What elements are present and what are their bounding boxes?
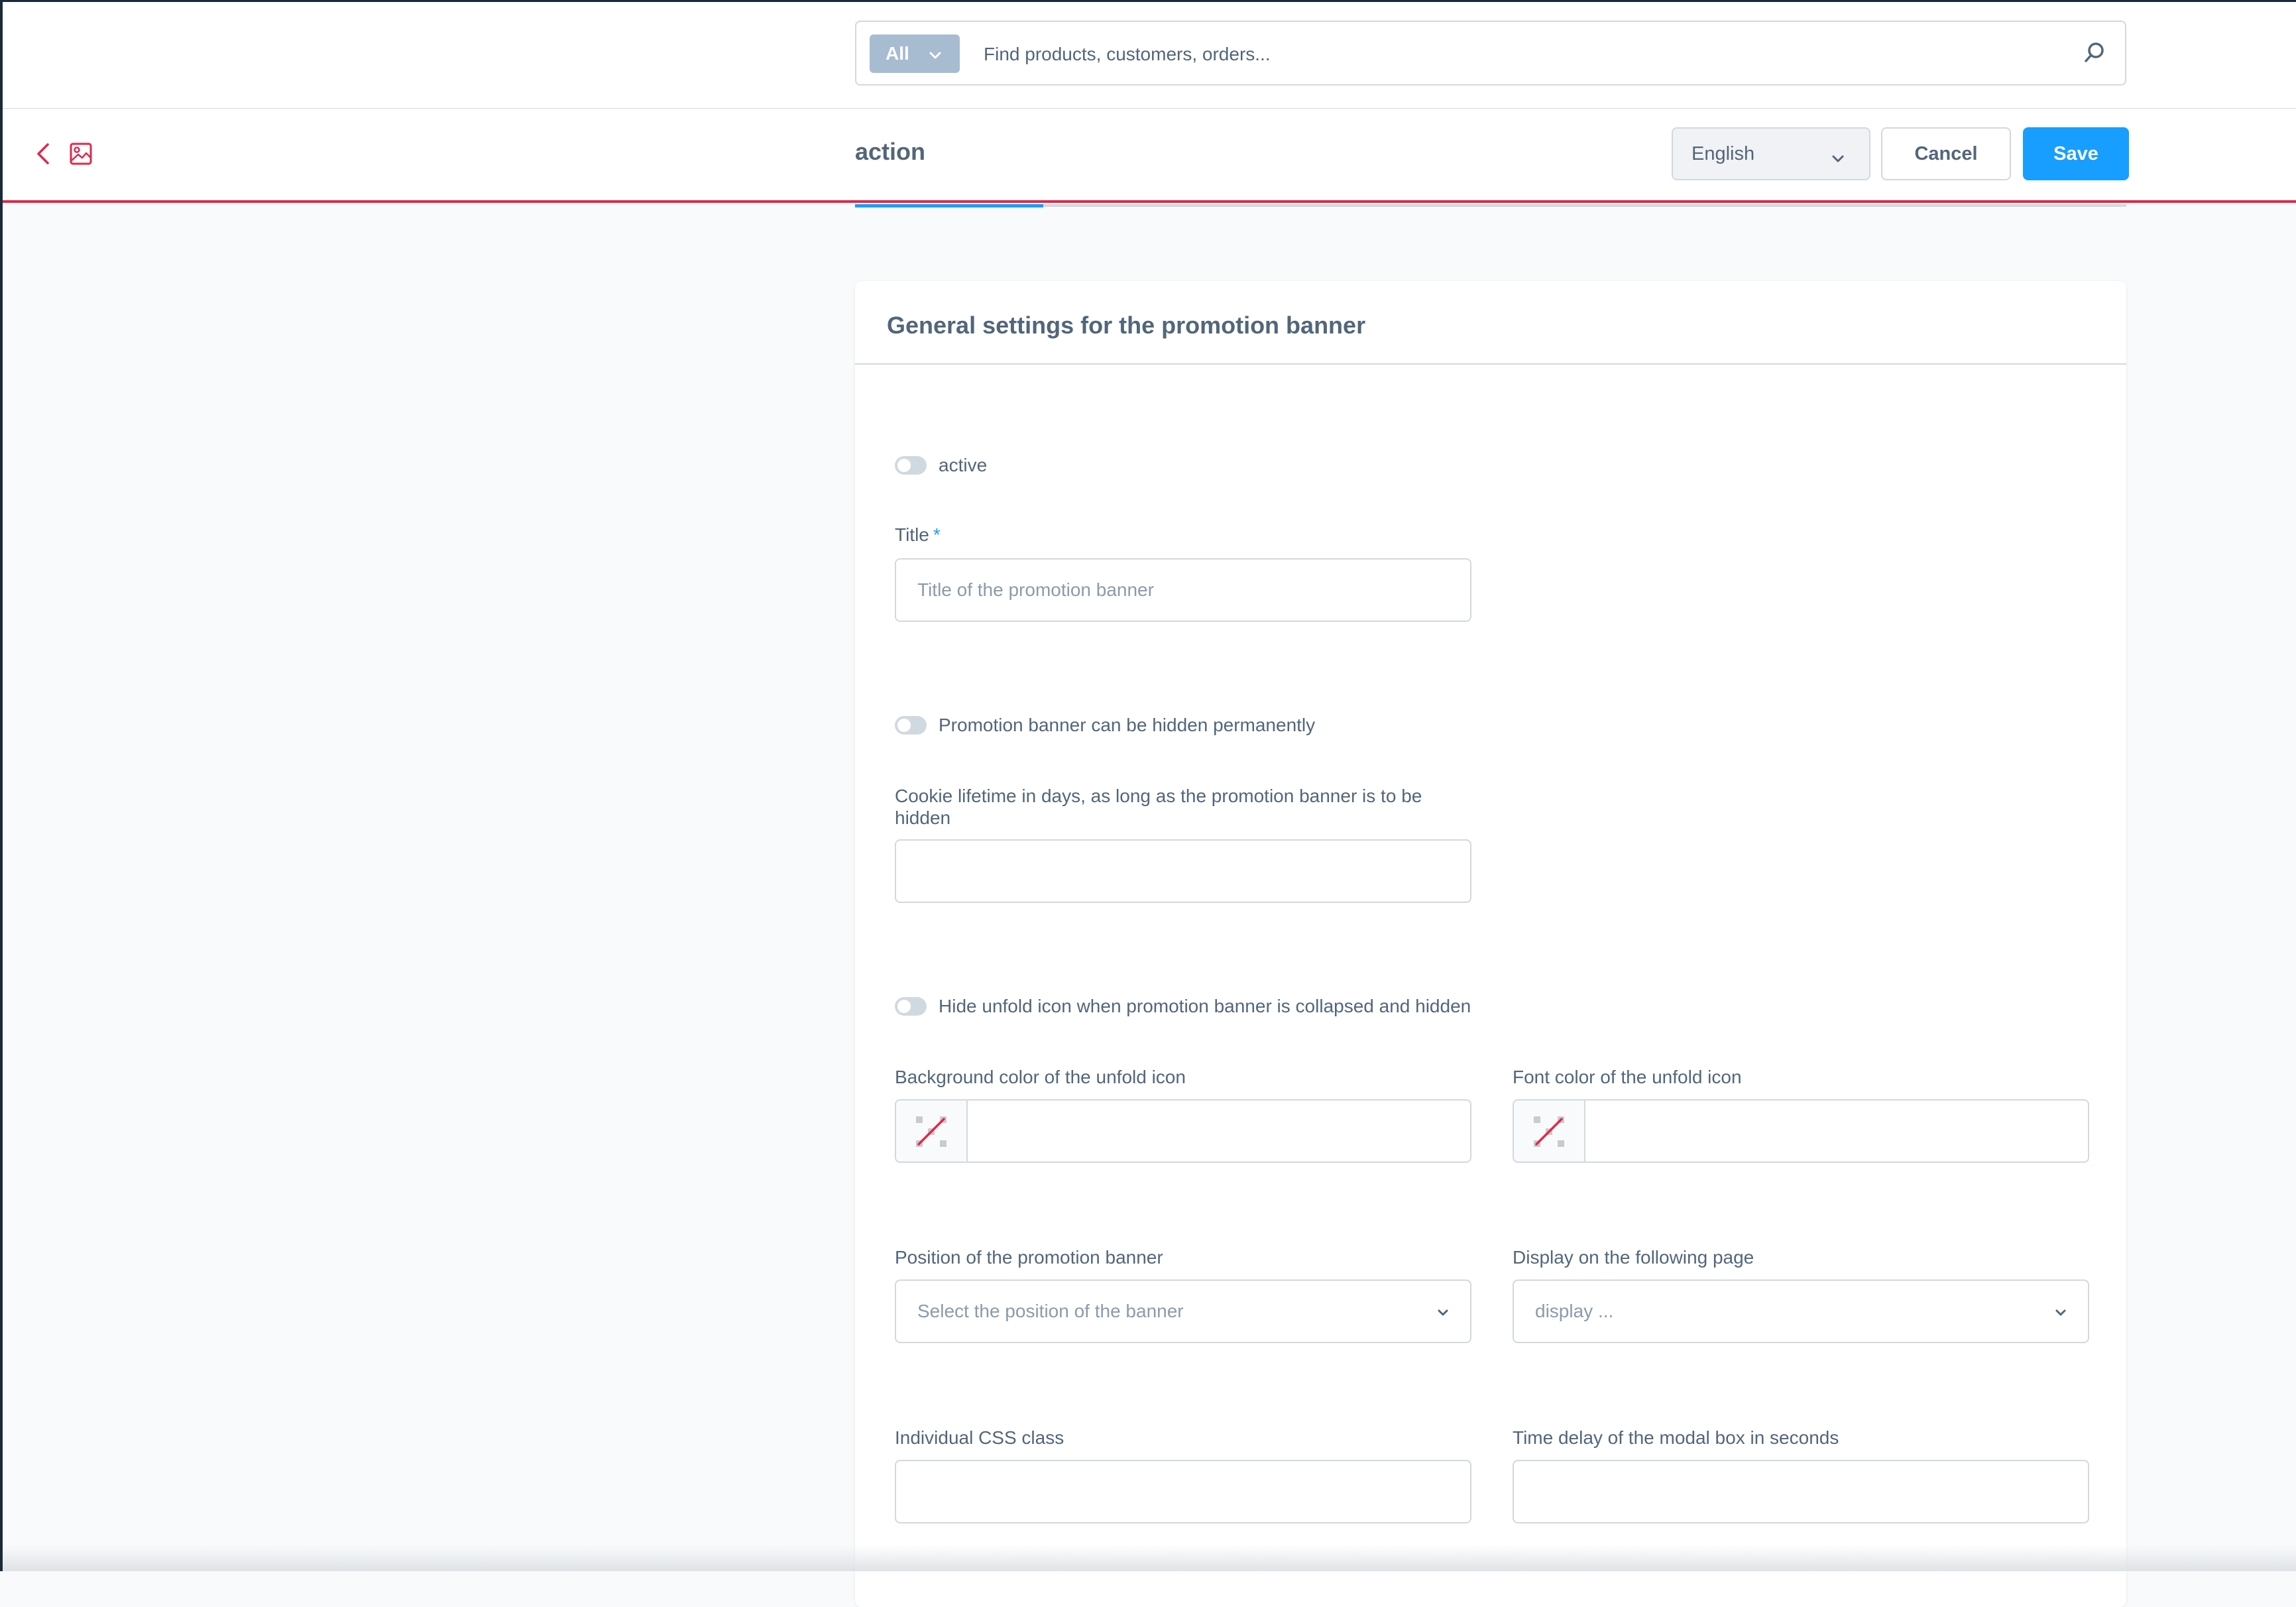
tab-bar: [855, 204, 2126, 207]
search-type-label: All: [886, 43, 909, 64]
title-input[interactable]: [895, 558, 1471, 622]
display-page-label: Display on the following page: [1513, 1247, 1754, 1268]
display-page-select-placeholder: display ...: [1535, 1301, 1614, 1321]
position-select-placeholder: Select the position of the banner: [917, 1301, 1184, 1321]
font-color-label: Font color of the unfold icon: [1513, 1067, 1742, 1087]
required-marker: *: [933, 524, 941, 545]
chevron-down-icon: [2053, 1303, 2068, 1325]
bg-color-swatch[interactable]: [896, 1101, 968, 1161]
window-border-top: [0, 0, 2296, 2]
chevron-down-icon: [1831, 150, 1845, 172]
language-value: English: [1692, 143, 1755, 164]
title-field-label: Title *: [895, 524, 941, 546]
position-label: Position of the promotion banner: [895, 1247, 1163, 1268]
card-title: General settings for the promotion banne…: [887, 312, 1366, 339]
no-color-icon: [1534, 1116, 1564, 1147]
settings-card: General settings for the promotion banne…: [855, 281, 2126, 1607]
display-page-select[interactable]: display ...: [1513, 1280, 2089, 1343]
time-delay-input[interactable]: [1513, 1460, 2089, 1523]
chevron-down-icon: [1436, 1303, 1450, 1325]
active-toggle-label: active: [939, 455, 988, 475]
bg-color-label: Background color of the unfold icon: [895, 1067, 1186, 1087]
time-delay-label: Time delay of the modal box in seconds: [1513, 1427, 1839, 1448]
hide-permanently-toggle[interactable]: [895, 716, 927, 735]
global-header: All: [3, 2, 2296, 109]
no-color-icon: [916, 1116, 947, 1147]
card-header: General settings for the promotion banne…: [855, 281, 2126, 365]
save-button[interactable]: Save: [2023, 127, 2129, 180]
back-arrow-icon[interactable]: [33, 142, 53, 169]
title-label-text: Title: [895, 524, 929, 545]
media-icon[interactable]: [69, 142, 93, 169]
language-switch[interactable]: English: [1672, 127, 1870, 180]
page-title: action: [855, 138, 926, 165]
font-color-field[interactable]: [1513, 1099, 2089, 1163]
active-toggle[interactable]: [895, 456, 927, 475]
hide-unfold-icon-label: Hide unfold icon when promotion banner i…: [939, 996, 1471, 1016]
app-window: All action English Cancel Save: [0, 0, 2296, 1607]
global-search: All: [855, 21, 2126, 86]
bg-color-field[interactable]: [895, 1099, 1471, 1163]
cookie-lifetime-label: Cookie lifetime in days, as long as the …: [895, 786, 1422, 828]
window-border-left: [0, 0, 3, 1571]
tab-active-indicator[interactable]: [855, 204, 1043, 208]
cookie-lifetime-input[interactable]: [895, 839, 1471, 903]
search-type-dropdown[interactable]: All: [870, 34, 960, 73]
search-input[interactable]: [982, 35, 2045, 74]
cancel-button[interactable]: Cancel: [1881, 127, 2011, 180]
font-color-swatch[interactable]: [1514, 1101, 1585, 1161]
chevron-down-icon: [928, 46, 943, 68]
position-select[interactable]: Select the position of the banner: [895, 1280, 1471, 1343]
smart-bar: action English Cancel Save: [3, 109, 2296, 203]
bottom-shadow: [0, 1545, 2296, 1571]
search-icon[interactable]: [2083, 40, 2106, 68]
css-class-label: Individual CSS class: [895, 1427, 1064, 1448]
hide-permanently-label: Promotion banner can be hidden permanent…: [939, 715, 1316, 735]
hide-unfold-icon-toggle[interactable]: [895, 997, 927, 1016]
css-class-input[interactable]: [895, 1460, 1471, 1523]
